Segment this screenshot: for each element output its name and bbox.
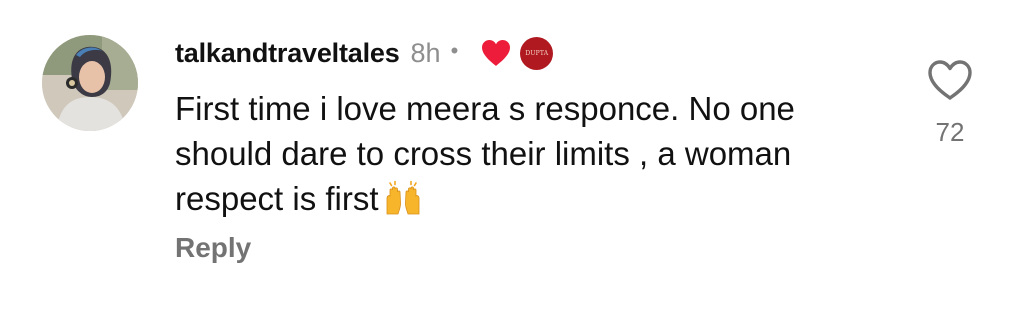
like-count: 72 — [935, 117, 965, 147]
comment-username[interactable]: talkandtraveltales — [175, 38, 400, 69]
avatar-photo — [42, 35, 138, 131]
creator-avatar: DUPTA — [520, 36, 554, 70]
header-separator: • — [450, 38, 459, 63]
comment-text: First time i love meera s responce. No o… — [175, 86, 855, 221]
comment-timestamp: 8h — [410, 37, 441, 68]
creator-avatar-text: DUPTA — [525, 49, 549, 57]
comment-text-content: First time i love meera s responce. No o… — [175, 90, 795, 217]
user-avatar[interactable] — [42, 35, 138, 131]
raising-hands-emoji — [386, 180, 419, 215]
creator-liked-heart-icon — [482, 40, 511, 66]
comment-header: talkandtraveltales 8h • DUPTA — [175, 33, 554, 73]
reply-button[interactable]: Reply — [175, 232, 251, 264]
heart-outline-icon[interactable] — [926, 58, 974, 102]
comment-item: talkandtraveltales 8h • DUPTA First time… — [0, 0, 1024, 310]
